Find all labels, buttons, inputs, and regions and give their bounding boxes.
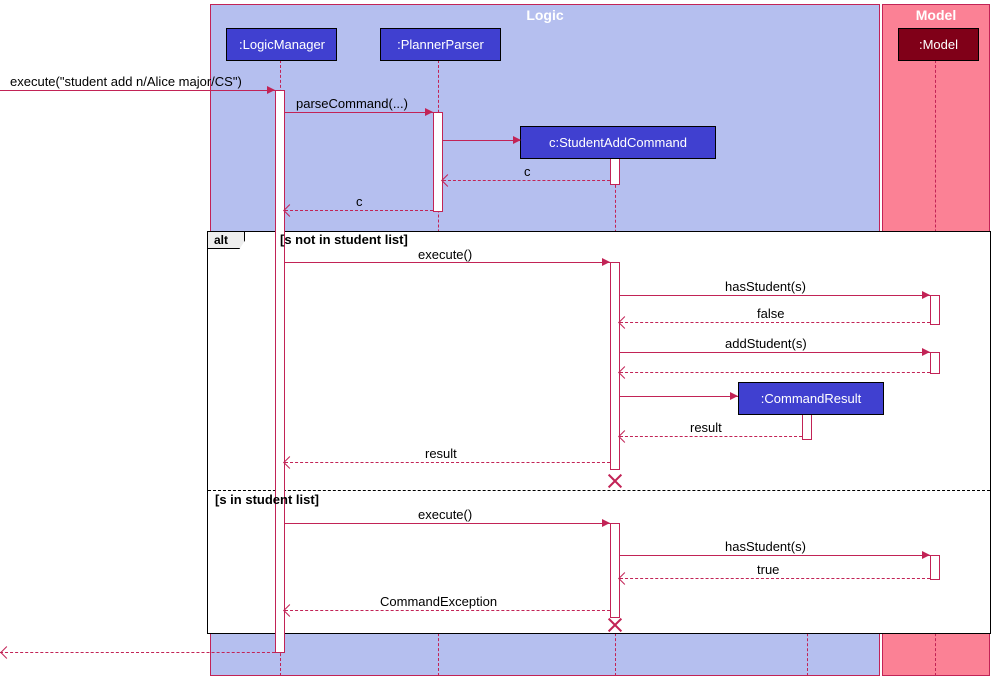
msg-addstudent: addStudent(s) [725, 336, 807, 351]
alt-guard2: [s in student list] [215, 492, 319, 507]
msg-hasstudent2-line [620, 555, 930, 556]
msg-addstudent-line [620, 352, 930, 353]
activation-sac-create [610, 155, 620, 185]
sequence-diagram: Logic Model :LogicManager :PlannerParser… [0, 0, 994, 680]
package-logic-title: Logic [211, 7, 879, 23]
msg-true-line [620, 578, 930, 579]
msg-false: false [757, 306, 784, 321]
msg-result1-line [620, 436, 802, 437]
msg-execute1-line [285, 262, 610, 263]
activation-sac-exec2 [610, 523, 620, 618]
msg-execute-initial-head [267, 86, 275, 94]
msg-true: true [757, 562, 779, 577]
msg-addstudent-head [922, 348, 930, 356]
activation-model-add [930, 352, 940, 374]
msg-execute-initial-line [0, 90, 275, 91]
msg-commandexception-line [285, 610, 610, 611]
msg-parsecommand-line [285, 112, 433, 113]
activation-logicmanager [275, 90, 285, 653]
msg-addstudent-return-line [620, 372, 930, 373]
msg-hasstudent2-head [922, 551, 930, 559]
msg-hasstudent1: hasStudent(s) [725, 279, 806, 294]
msg-result2-line [285, 462, 610, 463]
msg-execute2: execute() [418, 507, 472, 522]
msg-parsecommand: parseCommand(...) [296, 96, 408, 111]
msg-final-return-line [0, 652, 275, 653]
msg-execute1: execute() [418, 247, 472, 262]
alt-divider [208, 490, 990, 491]
msg-return-c2-line [285, 210, 433, 211]
msg-execute1-head [602, 258, 610, 266]
msg-create-cr-line [620, 396, 738, 397]
msg-execute2-head [602, 519, 610, 527]
alt-tag: alt [208, 232, 245, 249]
destroy-sac1 [607, 473, 623, 489]
alt-fragment: alt [207, 231, 991, 634]
msg-execute2-line [285, 523, 610, 524]
msg-result1: result [690, 420, 722, 435]
participant-logicmanager: :LogicManager [226, 28, 337, 61]
msg-parsecommand-head [425, 108, 433, 116]
activation-plannerparser [433, 112, 443, 212]
msg-hasstudent2: hasStudent(s) [725, 539, 806, 554]
package-model-title: Model [883, 7, 989, 23]
msg-create-sac-head [513, 136, 521, 144]
msg-hasstudent1-head [922, 291, 930, 299]
activation-model-has1 [930, 295, 940, 325]
msg-execute-initial: execute("student add n/Alice major/CS") [10, 74, 242, 89]
participant-model: :Model [898, 28, 979, 61]
participant-studentaddcommand: c:StudentAddCommand [520, 126, 716, 159]
msg-final-return-head [0, 646, 13, 659]
msg-hasstudent1-line [620, 295, 930, 296]
msg-false-line [620, 322, 930, 323]
msg-create-sac-line [443, 140, 521, 141]
msg-result2: result [425, 446, 457, 461]
participant-commandresult: :CommandResult [738, 382, 884, 415]
activation-sac-exec1 [610, 262, 620, 470]
msg-return-c1: c [524, 164, 531, 179]
destroy-sac2 [607, 617, 623, 633]
alt-guard1: [s not in student list] [280, 232, 408, 247]
msg-return-c2: c [356, 194, 363, 209]
activation-model-has2 [930, 555, 940, 580]
msg-commandexception: CommandException [380, 594, 497, 609]
msg-create-cr-head [730, 392, 738, 400]
msg-return-c1-line [443, 180, 610, 181]
participant-plannerparser: :PlannerParser [380, 28, 501, 61]
